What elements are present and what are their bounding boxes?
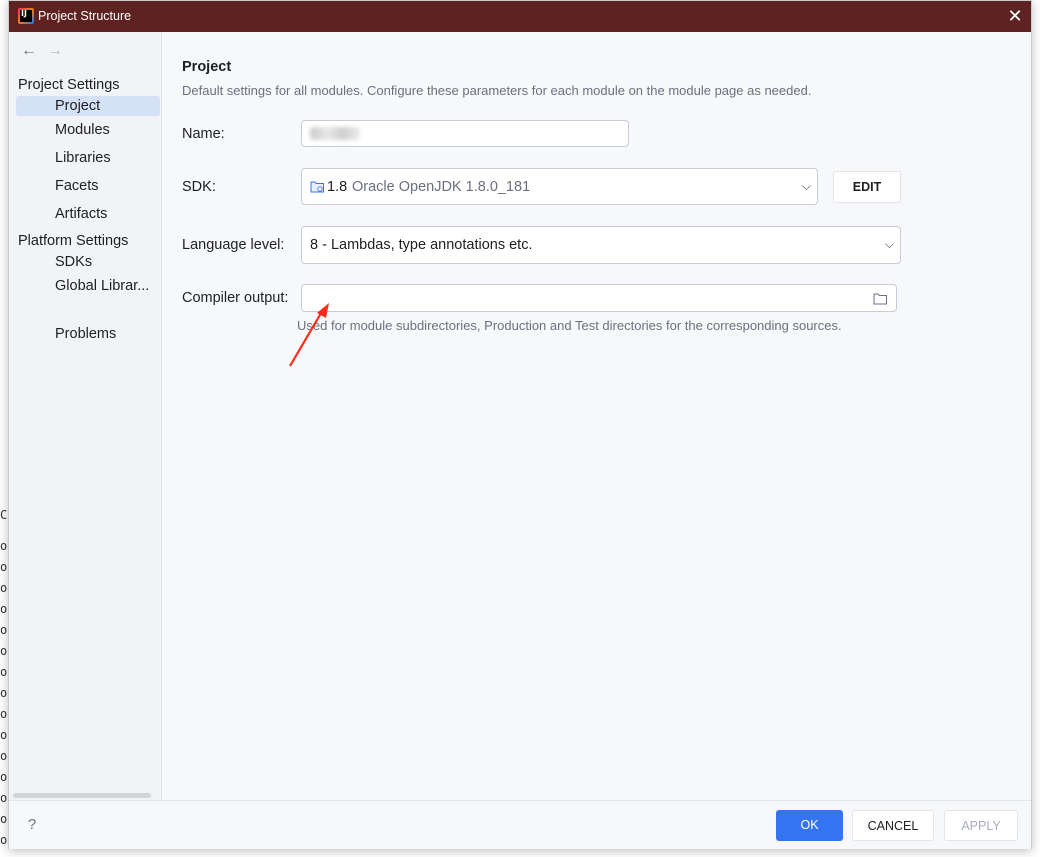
language-level-dropdown[interactable]: 8 - Lambdas, type annotations etc. ⌵ xyxy=(301,226,901,264)
sidebar-item-project[interactable]: Project xyxy=(16,96,160,116)
sidebar-item-label: Global Librar... xyxy=(55,278,150,294)
project-settings-panel: Project Default settings for all modules… xyxy=(162,32,1031,800)
log-fragment: o xyxy=(0,665,8,679)
edit-sdk-button[interactable]: EDIT xyxy=(833,171,901,203)
arrow-left-icon: ← xyxy=(21,42,37,59)
jdk-folder-icon xyxy=(310,181,324,193)
log-fragment: o xyxy=(0,560,8,574)
compiler-output-hint: Used for module subdirectories, Producti… xyxy=(297,318,842,333)
sidebar-item-problems[interactable]: Problems xyxy=(16,324,160,344)
sidebar-item-label: Artifacts xyxy=(55,206,108,222)
log-fragment: o xyxy=(0,602,8,616)
sidebar-item-libraries[interactable]: Libraries xyxy=(16,148,160,168)
sidebar-scrollbar[interactable] xyxy=(13,793,151,798)
sdk-label: SDK: xyxy=(182,179,216,195)
page-description: Default settings for all modules. Config… xyxy=(182,83,812,98)
back-button[interactable]: ← xyxy=(21,42,37,60)
chevron-down-icon: ⌵ xyxy=(884,237,894,251)
sdk-name: Oracle OpenJDK 1.8.0_181 xyxy=(352,179,531,195)
log-fragment: o xyxy=(0,686,8,700)
apply-button[interactable]: APPLY xyxy=(944,810,1018,841)
chevron-down-icon: ⌵ xyxy=(801,178,811,193)
close-icon: ✕ xyxy=(1007,6,1023,26)
project-settings-heading: Project Settings xyxy=(18,77,120,93)
intellij-app-icon: IJ xyxy=(18,8,34,24)
log-fragment: o xyxy=(0,707,8,721)
sidebar-item-modules[interactable]: Modules xyxy=(16,120,160,140)
log-fragment: o xyxy=(0,728,8,742)
language-level-label: Language level: xyxy=(182,237,285,253)
language-level-value: 8 - Lambdas, type annotations etc. xyxy=(310,237,533,253)
log-fragment: C xyxy=(0,508,8,522)
cancel-button[interactable]: CANCEL xyxy=(852,810,934,841)
sidebar-item-sdks[interactable]: SDKs xyxy=(16,252,160,272)
sidebar-item-label: Modules xyxy=(55,122,110,138)
arrow-right-icon: → xyxy=(47,42,63,59)
project-name-input[interactable] xyxy=(301,120,629,147)
log-fragment: o xyxy=(0,749,8,763)
window-title: Project Structure xyxy=(38,9,132,23)
sdk-dropdown[interactable]: 1.8 Oracle OpenJDK 1.8.0_181 ⌵ xyxy=(301,168,818,205)
log-fragment: o xyxy=(0,539,8,553)
help-button[interactable]: ? xyxy=(22,815,42,835)
sidebar-item-label: SDKs xyxy=(55,254,93,270)
platform-settings-heading: Platform Settings xyxy=(18,233,129,249)
log-fragment: o xyxy=(0,812,8,826)
compiler-output-label: Compiler output: xyxy=(182,290,289,306)
sidebar-item-label: Project xyxy=(55,98,101,114)
sidebar-item-artifacts[interactable]: Artifacts xyxy=(16,204,160,224)
red-annotation-arrow xyxy=(289,303,329,367)
project-structure-dialog: IJ Project Structure ✕ ← → Project Setti… xyxy=(8,0,1032,849)
sidebar: ← → Project Settings Project Modules Lib… xyxy=(9,32,162,800)
close-button[interactable]: ✕ xyxy=(999,1,1031,32)
sidebar-item-label: Libraries xyxy=(55,150,111,166)
log-fragment: o xyxy=(0,791,8,805)
ok-button[interactable]: OK xyxy=(776,810,843,841)
log-fragment: o xyxy=(0,581,8,595)
page-title: Project xyxy=(182,59,232,75)
dialog-footer: ? OK CANCEL APPLY xyxy=(9,800,1031,849)
sidebar-item-global-libraries[interactable]: Global Librar... xyxy=(16,276,160,296)
redacted-project-name xyxy=(310,127,360,140)
log-fragment: o xyxy=(0,623,8,637)
log-fragment: o xyxy=(0,644,8,658)
log-fragment: o xyxy=(0,770,8,784)
browse-folder-icon[interactable] xyxy=(873,292,888,305)
compiler-output-input[interactable] xyxy=(301,284,897,312)
forward-button[interactable]: → xyxy=(47,42,63,60)
title-bar[interactable]: IJ Project Structure ✕ xyxy=(9,1,1031,32)
name-label: Name: xyxy=(182,126,225,142)
sdk-version: 1.8 xyxy=(327,179,348,195)
sidebar-item-facets[interactable]: Facets xyxy=(16,176,160,196)
sidebar-item-label: Problems xyxy=(55,326,117,342)
log-fragment: o xyxy=(0,833,8,847)
sidebar-item-label: Facets xyxy=(55,178,99,194)
